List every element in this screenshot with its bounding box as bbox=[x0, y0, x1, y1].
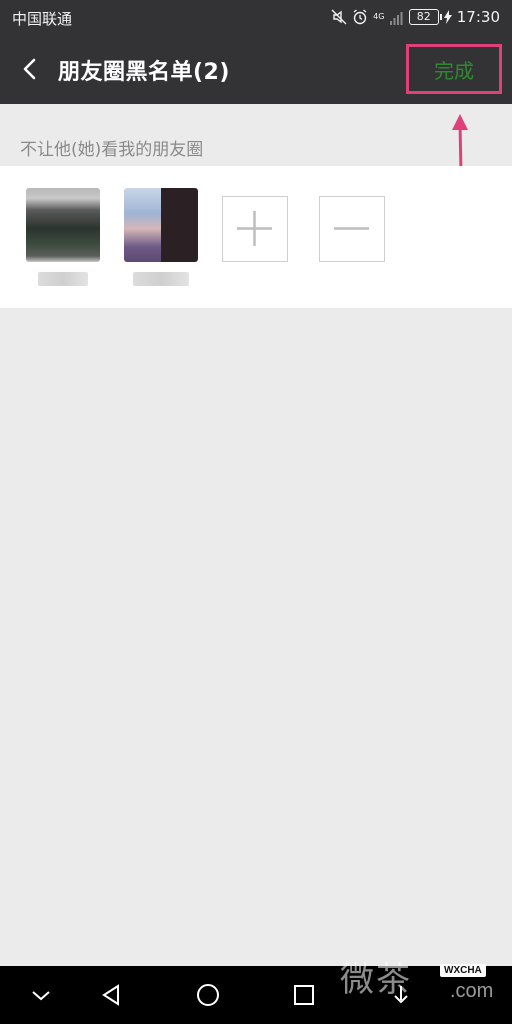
network-type: 4G bbox=[373, 12, 385, 21]
status-bar: 中国联通 4G 82 17:30 bbox=[0, 0, 512, 36]
watermark-badge: WXCHA bbox=[440, 964, 486, 977]
done-button[interactable]: 完成 bbox=[406, 44, 502, 94]
charging-icon bbox=[443, 7, 452, 27]
blacklist-member[interactable] bbox=[124, 188, 198, 286]
home-circle-icon[interactable] bbox=[193, 980, 223, 1010]
status-icons: 4G 82 17:30 bbox=[331, 7, 500, 27]
battery-indicator: 82 bbox=[408, 9, 442, 25]
plus-icon bbox=[237, 211, 272, 246]
section-label: 不让他(她)看我的朋友圈 bbox=[20, 140, 204, 160]
watermark-domain: .com bbox=[450, 980, 494, 1002]
clock: 17:30 bbox=[456, 8, 500, 26]
signal-icon bbox=[389, 7, 404, 27]
minus-icon bbox=[334, 227, 369, 230]
back-triangle-icon[interactable] bbox=[96, 980, 126, 1010]
blacklist-members-panel bbox=[0, 166, 512, 308]
system-nav-bar bbox=[0, 966, 512, 1024]
alarm-icon bbox=[352, 7, 368, 27]
nav-bar: 朋友圈黑名单(2) 完成 bbox=[0, 36, 512, 104]
mute-icon bbox=[331, 7, 347, 27]
blacklist-member[interactable] bbox=[26, 188, 100, 286]
member-name-blurred bbox=[38, 272, 88, 286]
back-arrow-icon[interactable] bbox=[14, 52, 48, 86]
page-title: 朋友圈黑名单(2) bbox=[58, 60, 230, 85]
carrier-name: 中国联通 bbox=[12, 10, 73, 28]
watermark-text: 微茶 bbox=[340, 960, 412, 1000]
member-name-blurred bbox=[133, 272, 189, 286]
recents-square-icon[interactable] bbox=[289, 980, 319, 1010]
avatar bbox=[26, 188, 100, 262]
hide-nav-icon[interactable] bbox=[26, 980, 56, 1010]
avatar bbox=[124, 188, 198, 262]
remove-member-button[interactable] bbox=[319, 196, 385, 262]
add-member-button[interactable] bbox=[222, 196, 288, 262]
